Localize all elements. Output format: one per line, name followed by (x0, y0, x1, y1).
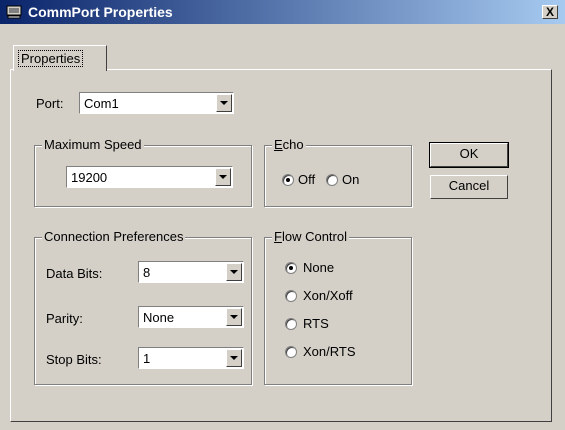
echo-on-radio[interactable] (326, 174, 338, 186)
title-bar[interactable]: CommPort Properties X (0, 0, 565, 24)
speed-value: 19200 (71, 170, 108, 185)
connection-preferences-legend: Connection Preferences (42, 229, 186, 244)
parity-select[interactable]: None (138, 306, 244, 328)
flow-xon-xoff-radio[interactable] (285, 290, 297, 302)
data-bits-label: Data Bits: (46, 266, 103, 281)
flow-none-radio[interactable] (285, 262, 297, 274)
flow-control-group: Flow Control (264, 229, 412, 385)
chevron-down-icon[interactable] (216, 94, 232, 112)
flow-control-legend-mnemonic: F (274, 229, 282, 244)
dialog-window: CommPort Properties X Properties Port: C… (0, 0, 565, 430)
speed-select[interactable]: 19200 (66, 166, 233, 188)
flow-xon-rts-label[interactable]: Xon/RTS (303, 344, 356, 359)
flow-control-legend-rest: low Control (281, 229, 347, 244)
chevron-down-icon[interactable] (226, 349, 242, 367)
chevron-down-icon[interactable] (215, 168, 231, 186)
stop-bits-value: 1 (143, 351, 151, 366)
echo-legend-mnemonic: E (274, 137, 283, 152)
close-button[interactable]: X (542, 5, 558, 19)
maximum-speed-legend: Maximum Speed (42, 137, 144, 152)
flow-xon-rts-radio[interactable] (285, 346, 297, 358)
echo-on-label[interactable]: On (342, 172, 359, 187)
port-select[interactable]: Com1 (79, 92, 234, 114)
window-title: CommPort Properties (28, 4, 173, 20)
flow-rts-label[interactable]: RTS (303, 316, 329, 331)
parity-label: Parity: (46, 311, 83, 326)
flow-none-label[interactable]: None (303, 260, 334, 275)
flow-xon-xoff-label[interactable]: Xon/Xoff (303, 288, 353, 303)
echo-off-label[interactable]: Off (298, 172, 315, 187)
echo-off-radio[interactable] (282, 174, 294, 186)
echo-legend-rest: cho (282, 137, 304, 152)
data-bits-select[interactable]: 8 (138, 261, 244, 283)
close-icon: X (545, 5, 554, 19)
chevron-down-icon[interactable] (226, 308, 242, 326)
tab-properties[interactable]: Properties (13, 45, 107, 71)
cancel-button[interactable]: Cancel (430, 175, 508, 199)
stop-bits-label: Stop Bits: (46, 352, 102, 367)
data-bits-value: 8 (143, 265, 151, 280)
port-label: Port: (36, 96, 64, 111)
echo-legend: Echo (272, 137, 306, 152)
ok-button[interactable]: OK (429, 142, 509, 168)
chevron-down-icon[interactable] (226, 263, 242, 281)
tab-properties-label: Properties (18, 50, 84, 67)
flow-control-legend: Flow Control (272, 229, 349, 244)
stop-bits-select[interactable]: 1 (138, 347, 244, 369)
port-value: Com1 (84, 96, 119, 111)
parity-value: None (143, 310, 175, 325)
commport-icon (6, 5, 22, 19)
flow-rts-radio[interactable] (285, 318, 297, 330)
